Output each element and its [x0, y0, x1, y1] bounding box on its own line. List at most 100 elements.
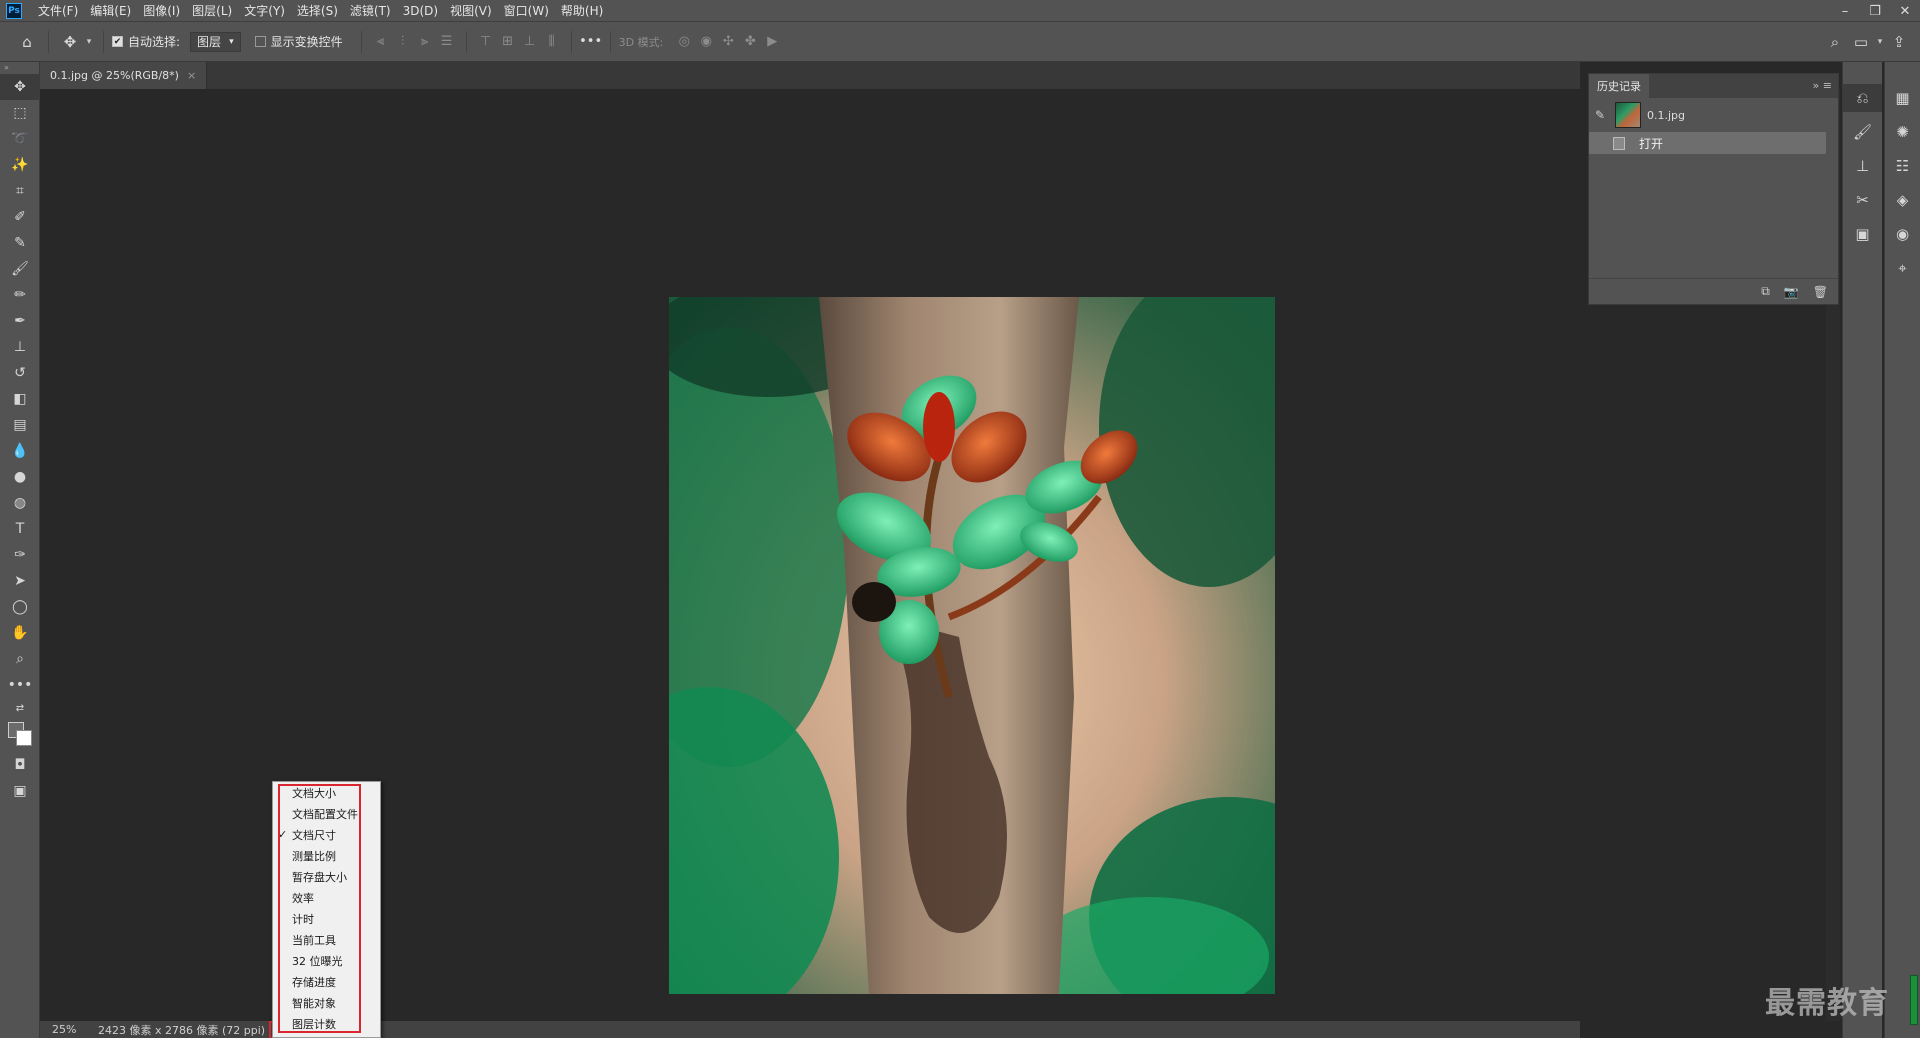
sponge-tool-icon[interactable]: ◍: [0, 490, 40, 516]
hand-tool-icon[interactable]: ✋: [0, 620, 40, 646]
menu-item-document-dimensions[interactable]: ✓ 文档尺寸: [273, 824, 380, 845]
menu-file[interactable]: 文件(F): [32, 0, 84, 22]
close-icon[interactable]: ✕: [1890, 0, 1920, 22]
auto-select-checkbox[interactable]: ✔: [112, 36, 123, 47]
history-state[interactable]: 打开: [1589, 132, 1826, 154]
path-select-tool-icon[interactable]: ➤: [0, 568, 40, 594]
menu-select[interactable]: 选择(S): [291, 0, 344, 22]
color-icon[interactable]: ✺: [1885, 118, 1920, 146]
collapse-icon[interactable]: »: [0, 62, 39, 74]
pan-3d-icon[interactable]: ✣: [717, 31, 739, 53]
menu-item-current-tool[interactable]: 当前工具: [273, 929, 380, 950]
dodge-tool-icon[interactable]: ●: [0, 464, 40, 490]
brush-settings-icon[interactable]: 🖌: [1843, 118, 1882, 146]
more-options-icon[interactable]: •••: [579, 31, 602, 53]
type-tool-icon[interactable]: T: [0, 516, 40, 542]
menu-item-measurement-scale[interactable]: 测量比例: [273, 845, 380, 866]
menu-window[interactable]: 窗口(W): [498, 0, 555, 22]
new-document-from-state-icon[interactable]: ⧉: [1761, 284, 1770, 299]
align-bottom-icon[interactable]: ⊥: [519, 31, 541, 53]
channels-icon[interactable]: ◉: [1885, 220, 1920, 248]
slide-3d-icon[interactable]: ✤: [739, 31, 761, 53]
quick-mask-icon[interactable]: ◘: [0, 752, 40, 778]
camera-icon[interactable]: 📷: [1784, 285, 1799, 299]
roll-3d-icon[interactable]: ◉: [695, 31, 717, 53]
pencil-tool-icon[interactable]: ✏: [0, 282, 40, 308]
home-icon[interactable]: ⌂: [14, 29, 40, 55]
menu-filter[interactable]: 滤镜(T): [344, 0, 397, 22]
menu-item-smart-objects[interactable]: 智能对象: [273, 992, 380, 1013]
menu-item-timing[interactable]: 计时: [273, 908, 380, 929]
menu-3d[interactable]: 3D(D): [397, 0, 444, 22]
minimize-icon[interactable]: –: [1830, 0, 1860, 22]
trash-icon[interactable]: 🗑: [1813, 285, 1828, 299]
chevron-down-icon[interactable]: ▾: [1874, 31, 1886, 53]
distribute-h-icon[interactable]: ☰: [436, 31, 458, 53]
menu-view[interactable]: 视图(V): [444, 0, 498, 22]
history-tab[interactable]: 历史记录: [1589, 74, 1649, 98]
menu-item-save-progress[interactable]: 存储进度: [273, 971, 380, 992]
share-icon[interactable]: ⇪: [1886, 29, 1912, 55]
blur-tool-icon[interactable]: 💧: [0, 438, 40, 464]
menu-item-32bit-exposure[interactable]: 32 位曝光: [273, 950, 380, 971]
color-replace-tool-icon[interactable]: ✒: [0, 308, 40, 334]
canvas-area[interactable]: [40, 89, 1580, 1021]
document-tab[interactable]: 0.1.jpg @ 25%(RGB/8*) ×: [40, 62, 208, 89]
adjustments-icon[interactable]: ☷: [1885, 152, 1920, 180]
lasso-tool-icon[interactable]: ➰: [0, 126, 40, 152]
search-icon[interactable]: ⌕: [1822, 29, 1848, 55]
panel-menu-icon[interactable]: » ≡: [1813, 79, 1832, 92]
align-right-icon[interactable]: ⫸: [414, 31, 436, 53]
zoom-level[interactable]: 25%: [40, 1023, 90, 1036]
menu-item-efficiency[interactable]: 效率: [273, 887, 380, 908]
menu-type[interactable]: 文字(Y): [238, 0, 291, 22]
background-color-swatch[interactable]: [16, 730, 32, 746]
menu-edit[interactable]: 编辑(E): [84, 0, 137, 22]
auto-select-dropdown[interactable]: 图层 ▾: [190, 31, 241, 52]
menu-item-document-size[interactable]: 文档大小: [273, 782, 380, 803]
align-top-icon[interactable]: ⊤: [475, 31, 497, 53]
orbit-3d-icon[interactable]: ◎: [673, 31, 695, 53]
menu-help[interactable]: 帮助(H): [555, 0, 609, 22]
chevron-down-icon[interactable]: ▾: [83, 31, 95, 53]
ellipse-tool-icon[interactable]: ◯: [0, 594, 40, 620]
healing-brush-tool-icon[interactable]: ✎: [0, 230, 40, 256]
menu-image[interactable]: 图像(I): [137, 0, 186, 22]
move-tool-icon[interactable]: ✥: [57, 29, 83, 55]
restore-icon[interactable]: ❐: [1860, 0, 1890, 22]
move-tool-icon[interactable]: ✥: [0, 74, 40, 100]
eyedropper-tool-icon[interactable]: ✐: [0, 204, 40, 230]
align-middle-icon[interactable]: ⊞: [497, 31, 519, 53]
marquee-tool-icon[interactable]: ⬚: [0, 100, 40, 126]
swap-colors-icon[interactable]: ⇄: [0, 698, 40, 718]
screen-mode-icon[interactable]: ▣: [0, 778, 40, 804]
menu-item-document-profile[interactable]: 文档配置文件: [273, 803, 380, 824]
paths-icon[interactable]: ⌖: [1885, 254, 1920, 282]
workspace-icon[interactable]: ▭: [1848, 29, 1874, 55]
menu-layer[interactable]: 图层(L): [186, 0, 238, 22]
history-snapshot[interactable]: ✎ 0.1.jpg: [1589, 98, 1838, 132]
close-icon[interactable]: ×: [187, 69, 196, 82]
stamp-tool-icon[interactable]: ⊥: [0, 334, 40, 360]
pen-tool-icon[interactable]: ✑: [0, 542, 40, 568]
history-brush-source-icon[interactable]: ✎: [1595, 108, 1609, 122]
distribute-v-icon[interactable]: ⫼: [541, 31, 563, 53]
actions-icon[interactable]: ▣: [1843, 220, 1882, 248]
layers-icon[interactable]: ◈: [1885, 186, 1920, 214]
clone-source-icon[interactable]: ⊥: [1843, 152, 1882, 180]
brush-tool-icon[interactable]: 🖌: [0, 256, 40, 282]
history-brush-tool-icon[interactable]: ↺: [0, 360, 40, 386]
menu-item-scratch-sizes[interactable]: 暂存盘大小: [273, 866, 380, 887]
align-center-h-icon[interactable]: ⫶: [392, 31, 414, 53]
magic-wand-tool-icon[interactable]: ✨: [0, 152, 40, 178]
show-transform-checkbox[interactable]: [254, 36, 266, 47]
align-left-icon[interactable]: ⫷: [370, 31, 392, 53]
gradient-tool-icon[interactable]: ▤: [0, 412, 40, 438]
zoom-tool-icon[interactable]: ⌕: [0, 646, 40, 672]
crop-tool-icon[interactable]: ⌗: [0, 178, 40, 204]
tool-presets-icon[interactable]: ✂: [1843, 186, 1882, 214]
color-swatches[interactable]: [0, 718, 40, 752]
more-tools-icon[interactable]: •••: [0, 672, 40, 698]
menu-item-layer-count[interactable]: 图层计数: [273, 1013, 380, 1034]
camera-3d-icon[interactable]: ▶: [761, 31, 783, 53]
